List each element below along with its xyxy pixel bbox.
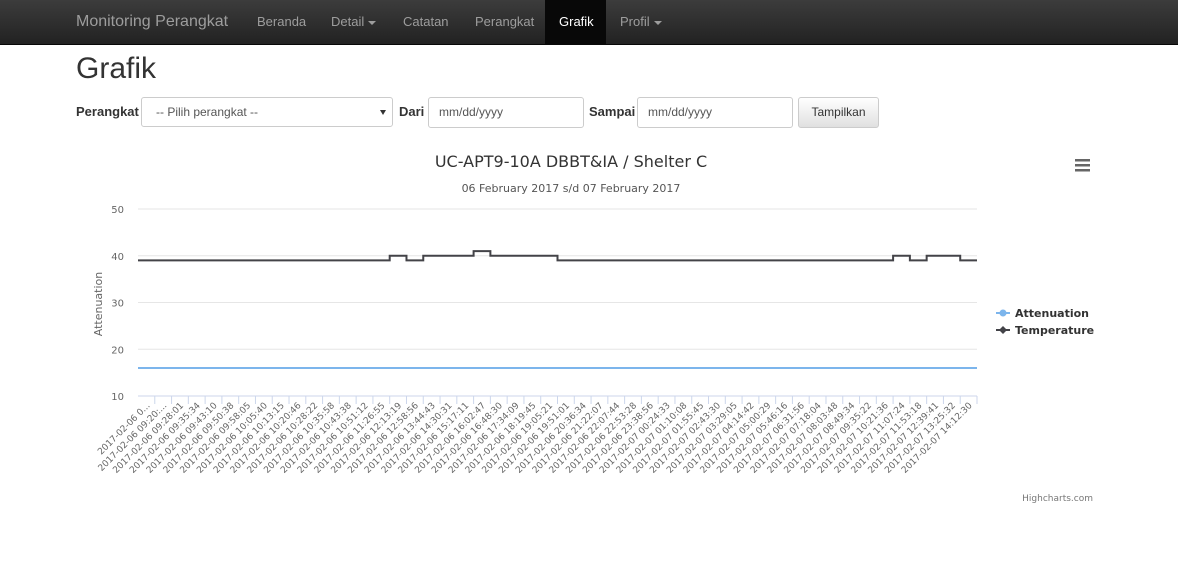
to-label: Sampai <box>589 104 636 119</box>
to-date-input[interactable]: mm/dd/yyyy <box>637 97 793 128</box>
line-chart: UC-APT9-10A DBBT&IA / Shelter C 06 Febru… <box>92 152 1094 504</box>
nav-item-detail[interactable]: Detail <box>317 0 390 44</box>
device-select[interactable]: -- Pilih perangkat -- <box>141 97 393 127</box>
y-tick-label: 30 <box>111 299 124 310</box>
y-tick-label: 20 <box>111 345 124 356</box>
y-axis-label: Attenuation <box>92 272 105 337</box>
legend-label: Attenuation <box>1015 307 1089 320</box>
chart-credits[interactable]: Highcharts.com <box>1022 494 1093 504</box>
nav-item-label: Profil <box>620 14 650 29</box>
nav-item-perangkat[interactable]: Perangkat <box>461 0 548 44</box>
nav-item-label: Detail <box>331 14 365 29</box>
nav-item-grafik[interactable]: Grafik <box>545 0 606 44</box>
device-label: Perangkat <box>76 104 139 119</box>
legend-label: Temperature <box>1015 324 1094 337</box>
caret-down-icon <box>368 20 377 25</box>
dropdown-arrow-icon <box>380 110 386 115</box>
nav-item-label: Grafik <box>559 14 594 29</box>
page-title: Grafik <box>76 52 157 85</box>
nav-item-profil[interactable]: Profil <box>606 0 676 44</box>
device-select-value: -- Pilih perangkat -- <box>156 105 259 119</box>
legend-marker <box>999 326 1007 334</box>
y-tick-label: 50 <box>111 205 124 216</box>
nav-item-label: Catatan <box>403 14 449 29</box>
nav-item-catatan[interactable]: Catatan <box>389 0 463 44</box>
caret-down-icon <box>653 20 662 25</box>
from-label: Dari <box>399 104 425 119</box>
navbar-brand[interactable]: Monitoring Perangkat <box>76 0 228 44</box>
chart-subtitle: 06 February 2017 s/d 07 February 2017 <box>462 182 681 195</box>
y-tick-label: 10 <box>111 392 124 403</box>
top-navbar: Monitoring Perangkat Beranda Detail Cata… <box>0 0 1178 45</box>
nav-item-label: Perangkat <box>475 14 535 29</box>
chart-menu-icon[interactable] <box>1075 159 1090 172</box>
nav-item-label: Beranda <box>257 14 307 29</box>
nav-item-beranda[interactable]: Beranda <box>243 0 320 44</box>
legend-item-attenuation[interactable]: Attenuation <box>996 307 1089 320</box>
legend-item-temperature[interactable]: Temperature <box>996 324 1094 337</box>
y-tick-label: 40 <box>111 252 124 263</box>
from-date-input[interactable]: mm/dd/yyyy <box>428 97 584 128</box>
chart-title: UC-APT9-10A DBBT&IA / Shelter C <box>435 152 707 171</box>
show-button[interactable]: Tampilkan <box>798 97 879 128</box>
legend-marker <box>999 309 1007 317</box>
